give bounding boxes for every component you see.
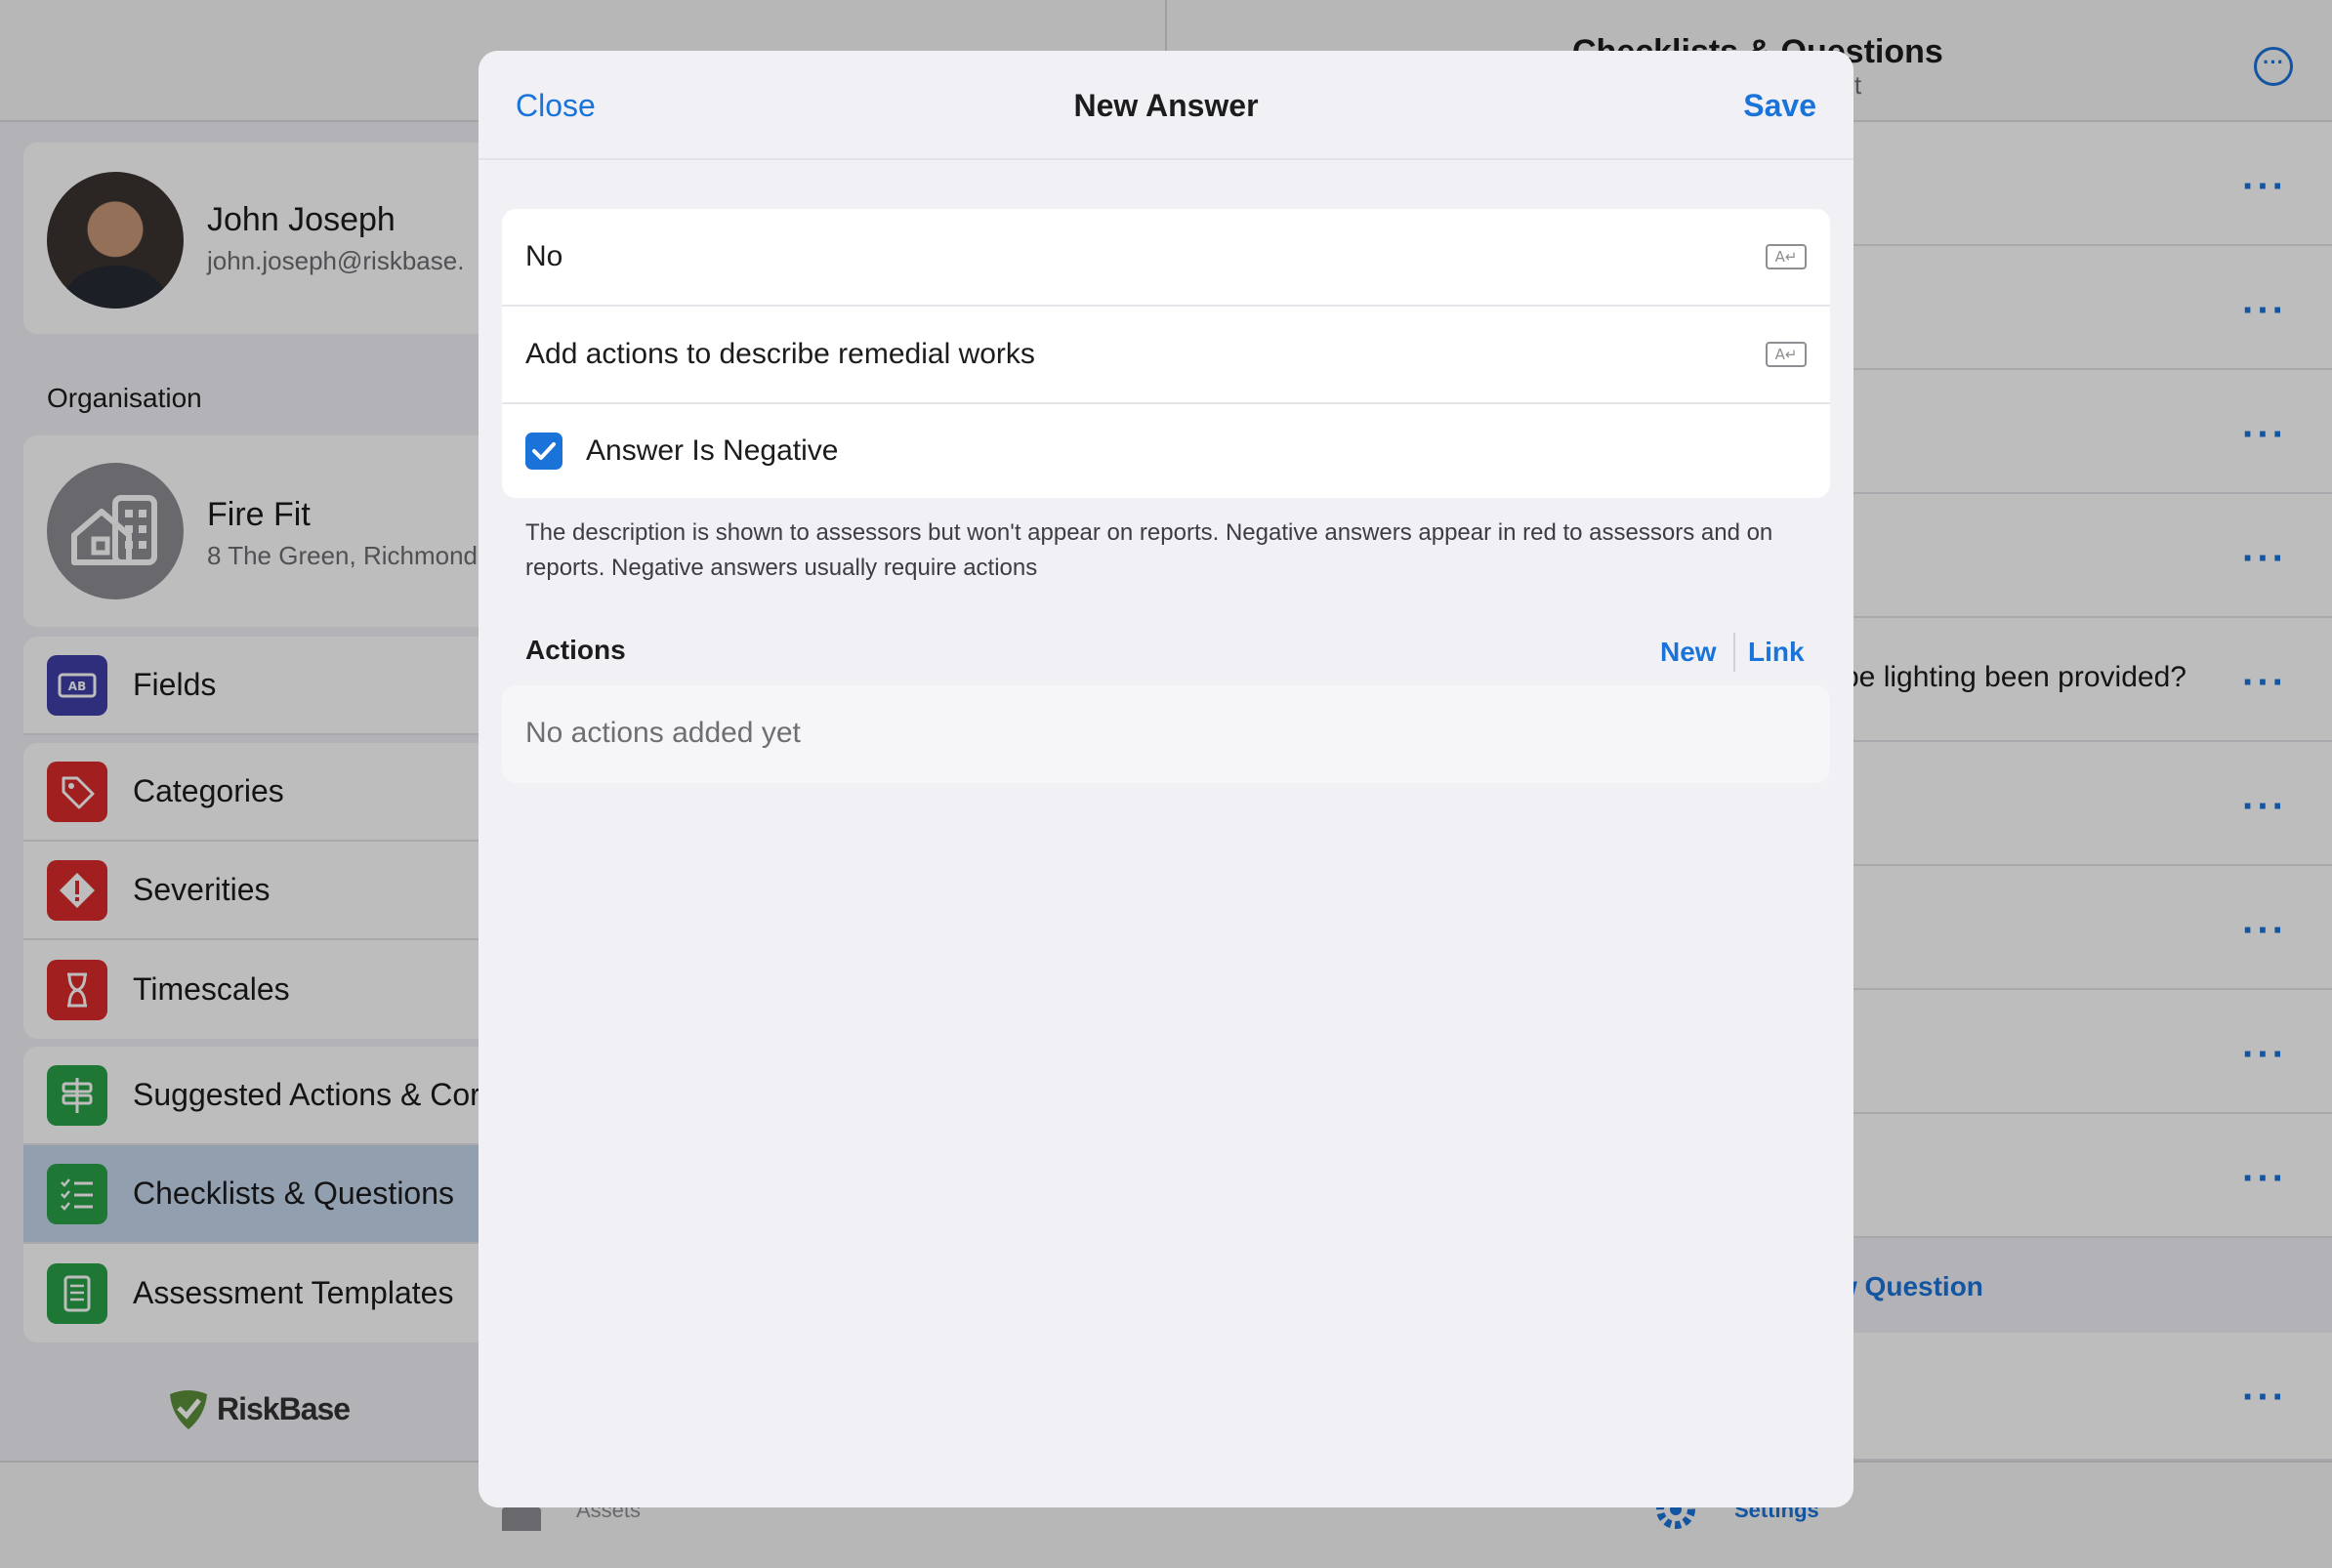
sheet-title: New Answer (1073, 88, 1259, 123)
sheet-header: Close New Answer Save (479, 51, 1853, 160)
keyboard-return-icon: A↵ (1766, 342, 1807, 367)
checkmark-icon (532, 442, 556, 460)
answer-form: A↵ A↵ Answer Is Negative (502, 209, 1830, 498)
answer-input[interactable] (525, 240, 1717, 273)
negative-checkbox[interactable] (525, 433, 562, 470)
actions-heading: Actions (525, 635, 626, 665)
actions-empty-state: No actions added yet (502, 685, 1830, 783)
keyboard-return-icon: A↵ (1766, 244, 1807, 269)
answer-row: A↵ (502, 209, 1830, 307)
new-answer-sheet: Close New Answer Save A↵ A↵ Answer Is Ne… (479, 51, 1853, 1507)
negative-row[interactable]: Answer Is Negative (502, 404, 1830, 498)
description-row: A↵ (502, 307, 1830, 404)
actions-separator (1733, 633, 1735, 672)
save-button[interactable]: Save (1743, 88, 1816, 124)
description-input[interactable] (525, 338, 1717, 371)
empty-state-text: No actions added yet (525, 717, 801, 749)
new-action-button[interactable]: New (1660, 637, 1717, 668)
negative-label: Answer Is Negative (586, 434, 839, 467)
link-action-button[interactable]: Link (1748, 637, 1805, 668)
form-footnote: The description is shown to assessors bu… (525, 519, 1773, 581)
